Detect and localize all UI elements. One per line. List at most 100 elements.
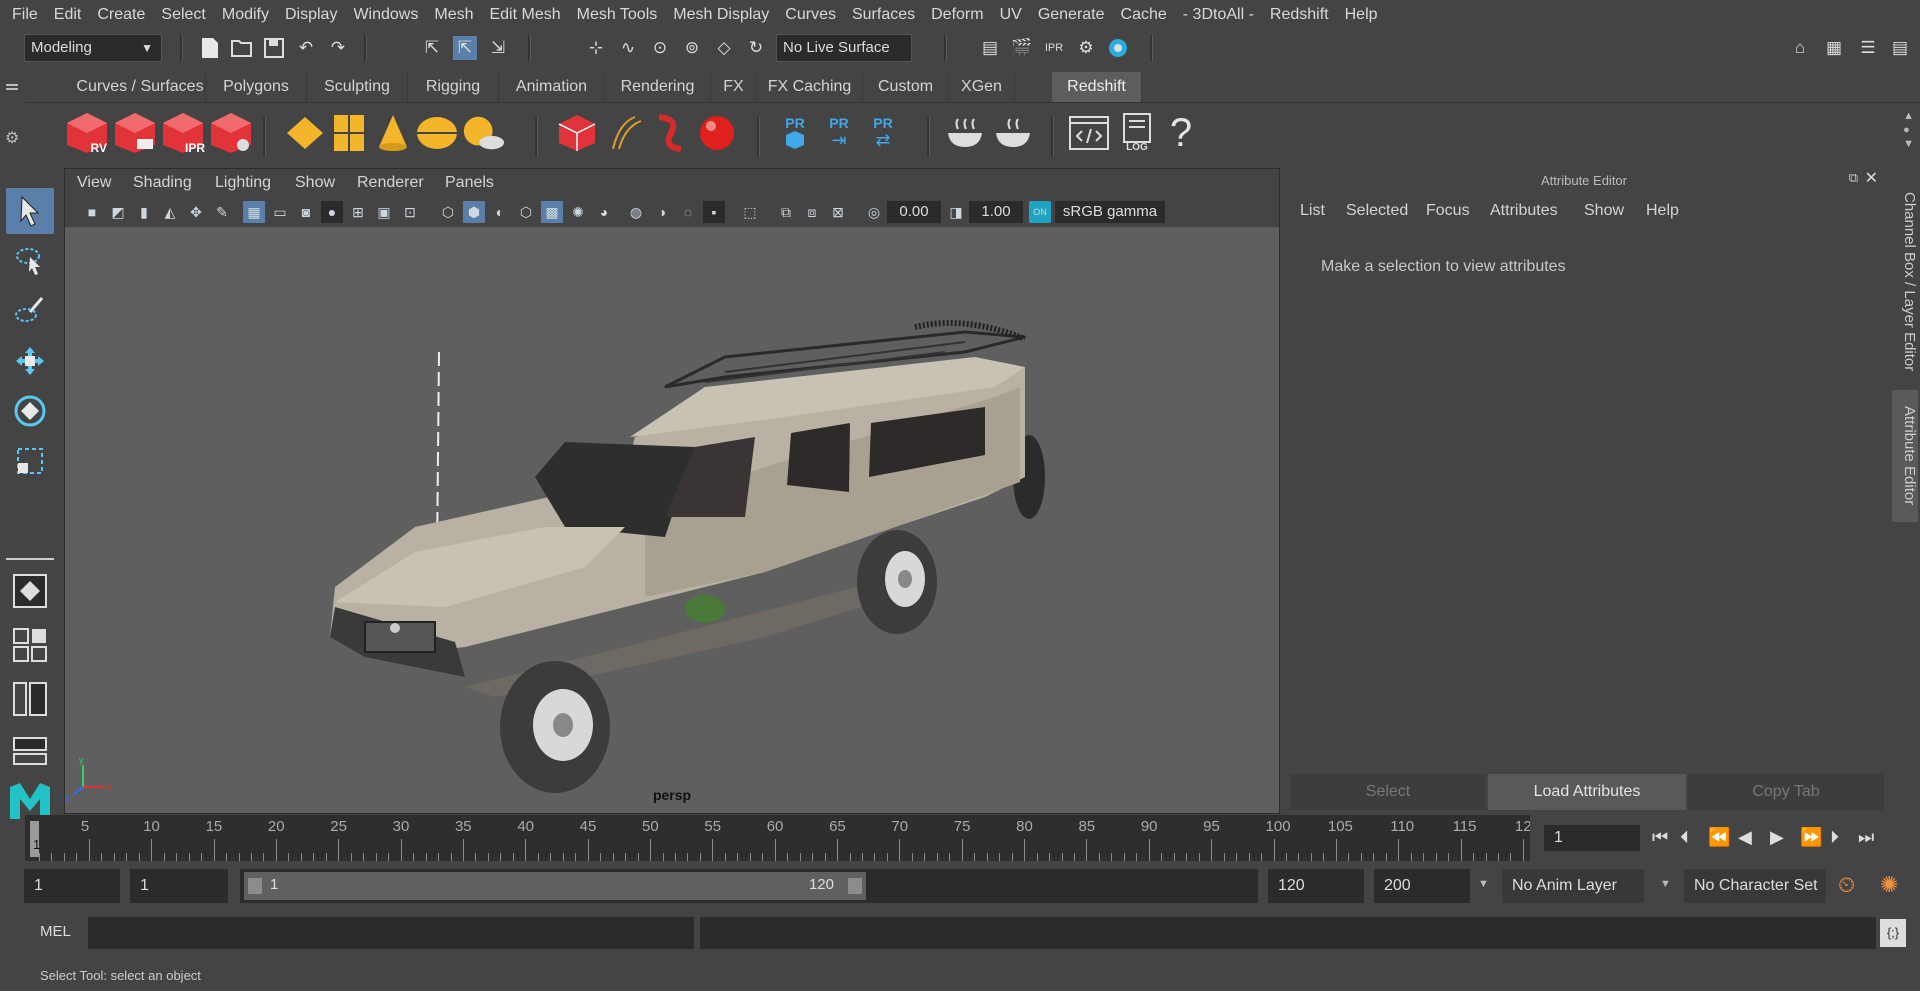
redo-icon[interactable]: ↷ [326,36,350,60]
wireframe-icon[interactable]: ⬡ [437,201,459,223]
four-view-layout-icon[interactable] [6,622,54,668]
rs-pr-2-button[interactable]: PR ⇥ [817,111,861,155]
rs-bake-2-button[interactable] [991,111,1035,155]
playback-end-field[interactable]: 120 [1268,869,1364,903]
ae-menu-help[interactable]: Help [1646,202,1679,220]
rs-portal-light-button[interactable] [327,111,371,155]
menu-mesh-tools[interactable]: Mesh Tools [569,0,666,30]
render-settings-icon[interactable]: ⚙ [1074,36,1098,60]
command-input[interactable] [88,917,694,949]
open-scene-icon[interactable] [230,36,254,60]
exposure-field[interactable]: 0.00 [887,201,941,223]
menu-edit-mesh[interactable]: Edit Mesh [481,0,568,30]
go-to-start-icon[interactable]: ⏮ [1652,827,1668,848]
tab-attribute-editor[interactable]: Attribute Editor [1892,390,1918,522]
rs-volume-button[interactable] [603,111,647,155]
rs-dome-light-button[interactable] [415,111,459,155]
range-start-handle[interactable] [248,878,262,894]
go-to-end-icon[interactable]: ⏭ [1858,827,1874,848]
menu-display[interactable]: Display [277,0,345,30]
render-current-icon[interactable]: 🎬 [1010,36,1034,60]
tool-settings-toggle-icon[interactable]: ☰ [1856,36,1880,60]
rs-spot-light-button[interactable] [371,111,415,155]
exposure-icon[interactable]: ◎ [863,201,885,223]
use-all-lights-icon[interactable]: ✺ [567,201,589,223]
default-material-icon[interactable]: ◐ [489,201,511,223]
safe-title-icon[interactable]: ⊡ [399,201,421,223]
rs-sun-sky-button[interactable] [461,111,505,155]
play-forwards-icon[interactable]: ▶ [1770,827,1784,848]
ae-menu-show[interactable]: Show [1584,202,1624,220]
color-management-icon[interactable]: ON [1029,201,1051,223]
ae-menu-selected[interactable]: Selected [1346,202,1408,220]
two-pane-layout-icon[interactable] [6,728,54,774]
gate-mask-icon[interactable]: ● [321,201,343,223]
vp-menu-view[interactable]: View [77,169,111,197]
screen-space-ao-icon[interactable]: ◍ [625,201,647,223]
rs-log-button[interactable]: LOG [1115,111,1159,155]
rs-pr-1-button[interactable]: PR [773,111,817,155]
snap-point-icon[interactable]: ⊙ [648,36,672,60]
menu-3dtoall[interactable]: - 3DtoAll - [1175,0,1262,30]
new-scene-icon[interactable] [198,36,222,60]
playback-start-field[interactable]: 1 [130,869,228,903]
rs-ipr-button[interactable]: IPR [161,111,205,155]
select-tool-icon[interactable] [6,188,54,234]
camera-attributes-icon[interactable]: ◩ [107,201,129,223]
step-back-frame-icon[interactable]: ⏴ [1680,827,1689,848]
grid-toggle-icon[interactable]: ▦ [243,201,265,223]
step-back-key-icon[interactable]: ⏪ [1708,827,1730,848]
hypershade-icon[interactable] [1106,36,1130,60]
menu-cache[interactable]: Cache [1113,0,1175,30]
play-backwards-icon[interactable]: ◀ [1738,827,1752,848]
time-slider[interactable]: 1 5 10 15 20 25 30 35 40 45 50 55 60 65 70 75 80 85 90 95 1… [25,815,1532,861]
grease-pencil-icon[interactable]: ✎ [211,201,233,223]
undo-icon[interactable]: ↶ [294,36,318,60]
step-forward-frame-icon[interactable]: ⏵ [1830,827,1839,848]
menu-create[interactable]: Create [89,0,153,30]
chevron-down-icon[interactable]: ▼ [1660,878,1671,890]
ae-menu-attributes[interactable]: Attributes [1490,202,1558,220]
step-forward-key-icon[interactable]: ⏩ [1800,827,1822,848]
tab-channel-box-layer-editor[interactable]: Channel Box / Layer Editor [1892,182,1918,382]
single-perspective-layout-icon[interactable] [6,568,54,614]
bookmark-icon[interactable]: ▮ [133,201,155,223]
xray-components-icon[interactable]: ⊠ [827,201,849,223]
depth-of-field-icon[interactable]: ▪ [703,201,725,223]
safari-vehicle-model[interactable]: x y z [65,227,1279,813]
rs-render-view-button[interactable]: RV [65,111,109,155]
workspace-icon[interactable]: ⌂ [1788,36,1812,60]
script-language-label[interactable]: MEL [40,923,71,940]
rs-pr-3-button[interactable]: PR ⇄ [861,111,905,155]
vp-menu-panels[interactable]: Panels [445,169,494,197]
tab-polygons[interactable]: Polygons [206,72,307,102]
vp-menu-renderer[interactable]: Renderer [357,169,424,197]
snap-grid-icon[interactable]: ⊹ [584,36,608,60]
ae-menu-list[interactable]: List [1300,202,1325,220]
animation-start-field[interactable]: 1 [24,869,120,903]
xray-joints-icon[interactable]: ⧈ [801,201,823,223]
menu-deform[interactable]: Deform [923,0,991,30]
rs-bake-1-button[interactable] [943,111,987,155]
motion-blur-icon[interactable]: ◑ [651,201,673,223]
tab-fx-caching[interactable]: FX Caching [757,72,863,102]
menu-windows[interactable]: Windows [345,0,426,30]
anti-aliasing-icon[interactable]: ◌ [677,201,699,223]
film-gate-icon[interactable]: ▭ [269,201,291,223]
select-hierarchy-icon[interactable]: ⇱ [420,36,444,60]
vp-menu-lighting[interactable]: Lighting [215,169,271,197]
select-object-icon[interactable]: ⇱ [453,36,477,60]
smooth-shade-icon[interactable]: ⬢ [463,201,485,223]
image-plane-icon[interactable]: ◭ [159,201,181,223]
viewport-3d-scene[interactable]: x y z persp [65,227,1279,813]
make-live-icon[interactable]: ↻ [744,36,768,60]
tab-custom[interactable]: Custom [863,72,949,102]
2d-pan-zoom-icon[interactable]: ✥ [185,201,207,223]
auto-key-icon[interactable]: ⏲ [1838,872,1855,898]
select-component-icon[interactable]: ⇲ [486,36,510,60]
tab-xgen[interactable]: XGen [949,72,1015,102]
tab-redshift[interactable]: Redshift [1052,72,1142,102]
move-tool-icon[interactable] [6,338,54,384]
shadows-icon[interactable]: ◕ [593,201,615,223]
render-view-icon[interactable]: ▤ [978,36,1002,60]
